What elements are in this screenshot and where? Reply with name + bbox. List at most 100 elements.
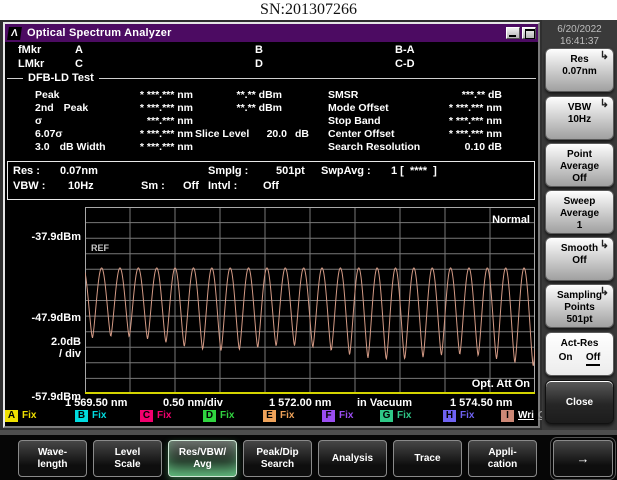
fkey-more[interactable]: → [553,440,613,477]
mode-offset-value: * ***.*** nm [420,102,502,114]
trace-f-indicator[interactable]: FFix [322,409,353,422]
status-row-2: VBW : 10Hz Sm : Off Intvl : Off [8,180,534,194]
instrument-display: Λ Optical Spectrum Analyzer fMkr A B B-A… [0,20,617,480]
stop-band-label: Stop Band [328,115,381,127]
trace-state-label: Fix [157,410,171,421]
sampling-value: 501pt [276,165,305,177]
status-row-1: Res : 0.07nm Smplg : 501pt SwpAvg : 1 [ … [8,165,534,179]
y-axis-mid-level: -47.9dBm [23,312,81,324]
freq-marker-row: fMkr A B B-A [5,44,538,58]
trace-state-label: Wri [518,410,534,421]
softkey-sweep[interactable]: SweepAverage1 [545,190,614,234]
submenu-arrow-icon: ↳ [600,98,609,110]
interval-value: Off [263,180,279,192]
osa-window: Λ Optical Spectrum Analyzer fMkr A B B-A… [3,22,540,428]
window-content: fMkr A B B-A LMkr C D C-D DFB-LD Test [5,42,538,426]
softkey-line: 10Hz [546,114,613,126]
smooth-value: Off [183,180,199,192]
trace-letter-badge: B [75,410,88,422]
x-axis-vacuum-label: in Vacuum [357,397,412,409]
fmkr-a: A [75,44,83,56]
res-label: Res : [13,165,40,177]
trace-h-indicator[interactable]: HFix [443,409,474,422]
fkey-line: Level [94,447,161,459]
fkey-line: Trace [394,453,461,465]
time-text: 16:41:37 [542,36,617,48]
2nd-peak-wavelength: * ***.*** nm [105,102,193,114]
trace-d-indicator[interactable]: DFix [203,409,234,422]
graticule [85,207,535,394]
softkey-close[interactable]: Close [545,380,614,424]
actres-off-option[interactable]: Off [586,352,600,366]
dfb-row-6sigma: 6.07σ * ***.*** nm Slice Level 20.0 dB C… [5,128,538,141]
sweep-average-label: SwpAvg : [321,165,371,177]
fkey-trace[interactable]: Trace [393,440,462,477]
submenu-arrow-icon: ↳ [600,50,609,62]
trace-letter-badge: D [203,410,216,422]
fkey-levelscale[interactable]: LevelScale [93,440,162,477]
fkey-appli-cation[interactable]: Appli-cation [468,440,537,477]
trace-letter-badge: F [322,410,335,422]
fkey-line: Appli- [469,447,536,459]
level-marker-row: LMkr C D C-D [5,58,538,72]
x-axis-center: 1 572.00 nm [269,397,331,409]
softkey-point[interactable]: PointAverageOff [545,143,614,187]
actres-on-option[interactable]: On [559,352,573,366]
softkey-vbw[interactable]: VBW10Hz↳ [545,96,614,140]
spectrum-plot [85,207,535,394]
softkey-line: Sweep [546,196,613,208]
lmkr-d: D [255,58,263,70]
fkey-res-vbw-avg[interactable]: Res/VBW/Avg [168,440,237,477]
dfb-row-peak: Peak * ***.*** nm **.** dBm SMSR ***.** … [5,89,538,102]
trace-state-label: Fix [397,410,411,421]
trace-state-label: Fix [280,410,294,421]
stop-band-value: * ***.*** nm [420,115,502,127]
softkey-line: 501pt [546,314,613,326]
fmkr-diff: B-A [395,44,415,56]
softkey-res[interactable]: Res0.07nm↳ [545,48,614,92]
fkey-wave-length[interactable]: Wave-length [18,440,87,477]
trace-letter-badge: C [140,410,153,422]
sweep-status-box: Res : 0.07nm Smplg : 501pt SwpAvg : 1 [ … [7,161,535,200]
interval-label: Intvl : [208,180,237,192]
softkey-line: Average [546,161,613,173]
softkey-sampling[interactable]: SamplingPoints501pt↳ [545,284,614,328]
slice-level-unit: dB [295,128,309,140]
maximize-button[interactable] [522,27,536,39]
minimize-icon [509,35,516,37]
function-key-bar: Wave-lengthLevelScaleRes/VBW/AvgPeak/Dip… [0,430,617,480]
fkey-peak-dipsearch[interactable]: Peak/DipSearch [243,440,312,477]
trace-c-indicator[interactable]: C Fix [140,409,171,422]
dfb-row-sigma: σ ***.*** nm Stop Band * ***.*** nm [5,115,538,128]
trace-state-label: Fix [460,410,474,421]
sweep-average-value: 1 [ **** ] [391,165,437,177]
trace-legend: AFixBFixCFixDFixEFixFFixGFixHFixIWriOff [5,409,538,423]
serial-number-caption: SN:201307266 [0,0,617,20]
trace-b-indicator[interactable]: BFix [75,409,106,422]
softkey-line: Average [546,208,613,220]
divider [99,78,536,79]
y-axis-ref-level: -37.9dBm [23,231,81,243]
trace-a-indicator[interactable]: AFix [5,409,36,422]
fmkr-b: B [255,44,263,56]
trace-mode-label: Normal [460,214,530,226]
fkey-line: Wave- [19,447,86,459]
trace-e-indicator[interactable]: EFix [263,409,294,422]
fkey-analysis[interactable]: Analysis [318,440,387,477]
y-axis-scale-unit: / div [23,348,81,360]
fkey-line: Search [244,459,311,471]
trace-letter-badge: G [380,410,393,422]
panel-edge [0,430,617,435]
minimize-button[interactable] [506,27,520,39]
softkey-panel: 6/20/2022 16:41:37 Res0.07nm↳VBW10Hz↳Poi… [542,20,617,437]
softkey-smooth[interactable]: SmoothOff↳ [545,237,614,281]
x-axis-per-div: 0.50 nm/div [163,397,223,409]
ref-line-label: REF [91,243,109,253]
smooth-label: Sm : [141,180,165,192]
submenu-arrow-icon: ↳ [600,239,609,251]
trace-g-indicator[interactable]: G Fix [380,409,411,422]
actres-on-off: On Off [546,352,613,366]
softkey-line: Points [546,302,613,314]
softkey-act-res[interactable]: Act-ResOnOff [545,332,614,376]
search-resolution-label: Search Resolution [328,141,420,153]
